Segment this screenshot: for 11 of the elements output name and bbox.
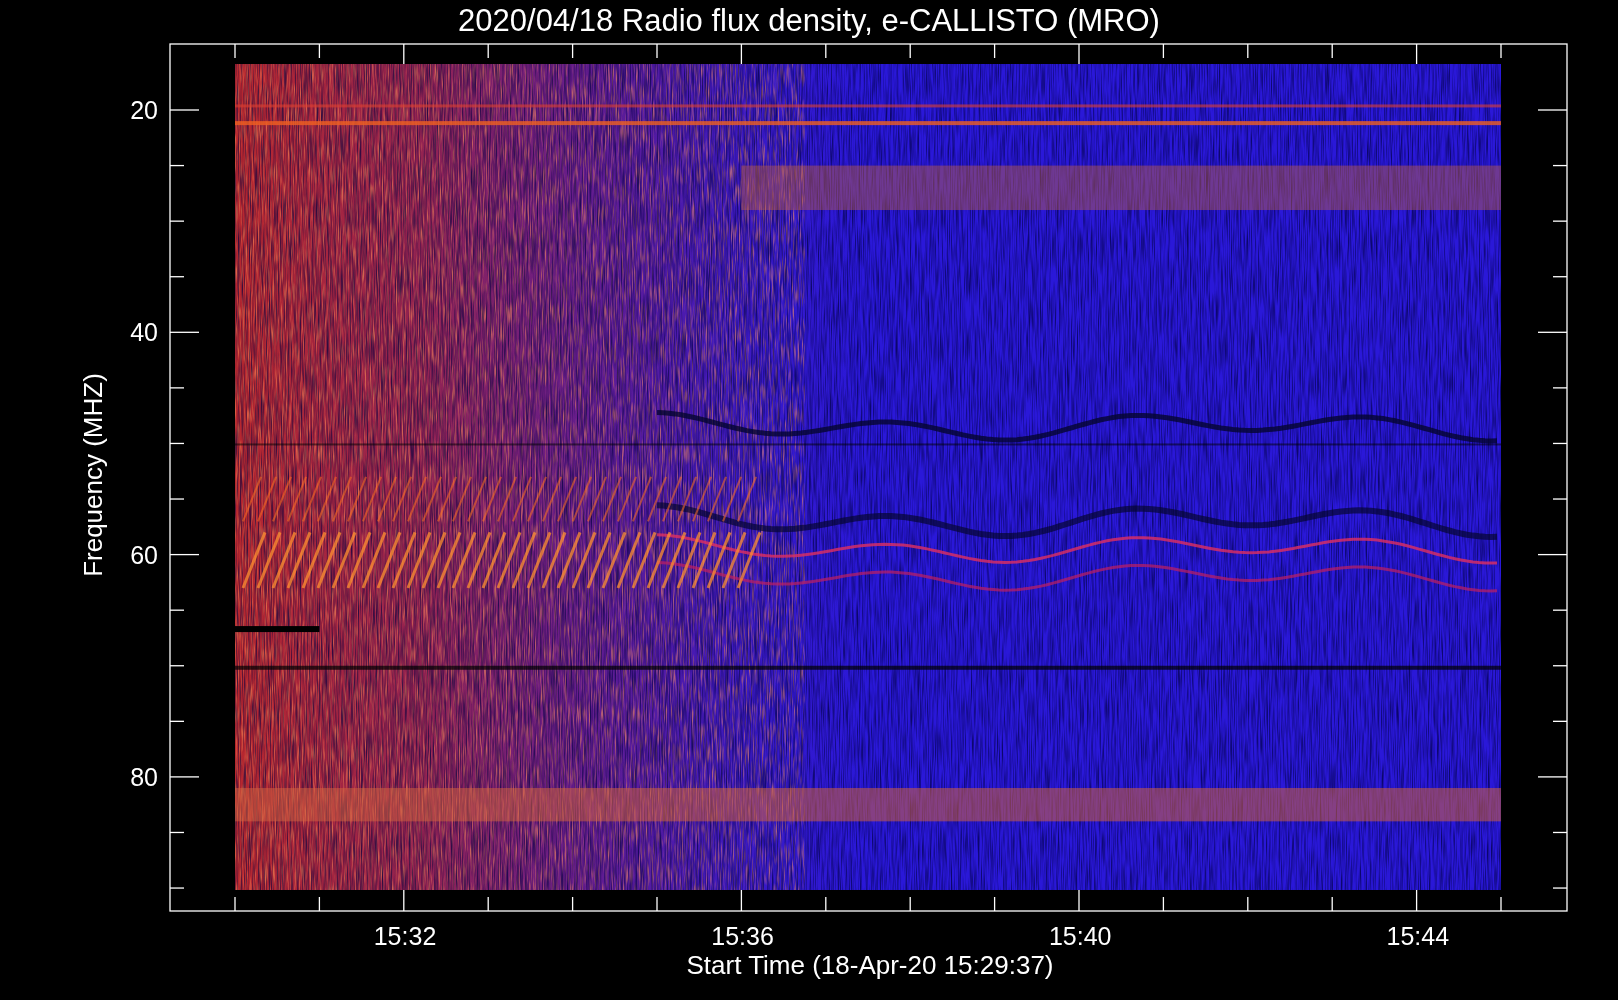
tick-label: 15:36 xyxy=(710,922,775,950)
tick-label: 20 xyxy=(129,96,158,124)
tick-label: 15:32 xyxy=(372,922,438,950)
tick-label: 60 xyxy=(129,540,158,569)
axis-label: Start Time (18-Apr-20 15:29:37) xyxy=(685,950,1055,980)
tick-label: 80 xyxy=(129,762,158,791)
axis-label: Frequency (MHZ) xyxy=(78,372,108,579)
plot-title: 2020/04/18 Radio flux density, e-CALLISTO (MRO) xyxy=(457,2,1161,40)
tick-label: 15:40 xyxy=(1047,922,1113,950)
tick-label: 15:44 xyxy=(1385,922,1451,950)
tick-label: 40 xyxy=(129,318,158,347)
